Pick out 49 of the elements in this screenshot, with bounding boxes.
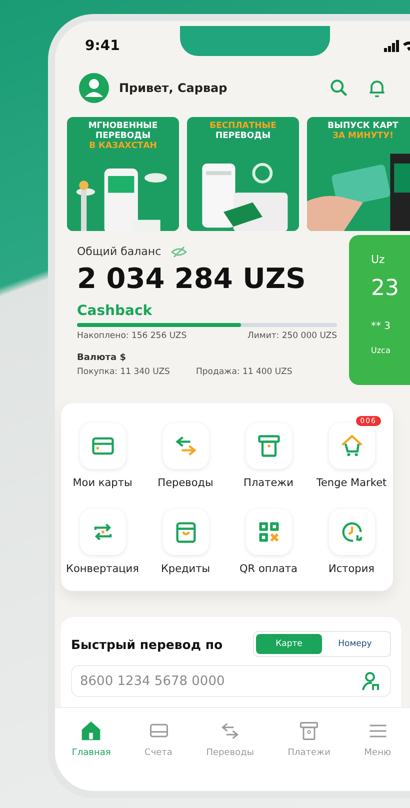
arrows-icon: [219, 720, 242, 742]
segment-tab[interactable]: Номеру: [322, 634, 388, 654]
service-button[interactable]: Мои карты: [61, 415, 144, 489]
contact-icon[interactable]: [361, 671, 381, 691]
promo-banner[interactable]: МГНОВЕННЫЕ ПЕРЕВОДЫ В КАЗАХСТАН: [67, 117, 179, 231]
card-title: Uz: [371, 253, 386, 266]
balance-amount: 2 034 284 UZS: [77, 262, 307, 295]
nav-tab[interactable]: Главная: [72, 720, 111, 764]
buy-rate: Покупка: 11 340 UZS: [77, 367, 170, 377]
service-button[interactable]: QR оплата: [227, 501, 310, 575]
segment-tab[interactable]: Карте: [256, 634, 322, 654]
nav-tab[interactable]: Меню: [364, 720, 392, 764]
nav-tab[interactable]: Переводы: [206, 720, 254, 764]
nav-tab[interactable]: Счета: [144, 720, 172, 764]
account-card[interactable]: Uz 23 ** 3 Uzca: [349, 235, 410, 385]
accumulated-text: Накоплено: 156 256 UZS: [77, 331, 187, 341]
eye-off-icon[interactable]: [171, 246, 188, 258]
terminal-icon: [256, 433, 282, 459]
banner-title: ВЫПУСК КАРТ: [326, 122, 400, 132]
banner-title: В КАЗАХСТАН: [88, 142, 158, 152]
promo-banner[interactable]: ВЫПУСК КАРТ ЗА МИНУТУ!: [307, 117, 410, 231]
service-button[interactable]: Переводы: [144, 415, 227, 489]
banner-title: БЕСПЛАТНЫЕ: [208, 122, 278, 132]
home-icon: [80, 720, 102, 742]
currency-title: Валюта $: [77, 353, 127, 363]
promo-banner[interactable]: БЕСПЛАТНЫЕ ПЕРЕВОДЫ: [187, 117, 299, 231]
sell-rate: Продажа: 11 400 UZS: [196, 367, 292, 377]
banner-title: ЗА МИНУТУ!: [331, 132, 395, 142]
service-button[interactable]: Кредиты: [144, 501, 227, 575]
card-amount: 23: [371, 276, 400, 301]
nav-tab[interactable]: Платежи: [288, 720, 330, 764]
cashback-title: Cashback: [77, 303, 154, 319]
card-number: ** 3: [371, 321, 392, 332]
terminal-icon: [298, 720, 320, 742]
banner-title: МГНОВЕННЫЕ ПЕРЕВОДЫ: [87, 122, 159, 142]
card-number-field[interactable]: 8600 1234 5678 0000: [71, 665, 391, 697]
card-footer: Uzca: [371, 346, 410, 355]
banner-title: ПЕРЕВОДЫ: [214, 132, 272, 142]
greeting: Привет, Сарвар: [119, 81, 228, 95]
status-time: 9:41: [85, 38, 120, 54]
service-button[interactable]: Конвертация: [61, 501, 144, 575]
cart-house-icon: [338, 433, 364, 459]
service-button[interactable]: История: [310, 501, 393, 575]
limit-text: Лимит: 250 000 UZS: [247, 331, 337, 341]
avatar-icon[interactable]: [79, 73, 109, 103]
service-button[interactable]: Платежи: [227, 415, 310, 489]
search-icon[interactable]: [328, 77, 350, 99]
balance-label: Общий баланс: [77, 245, 162, 258]
section-title: Быстрый перевод по: [71, 636, 223, 652]
